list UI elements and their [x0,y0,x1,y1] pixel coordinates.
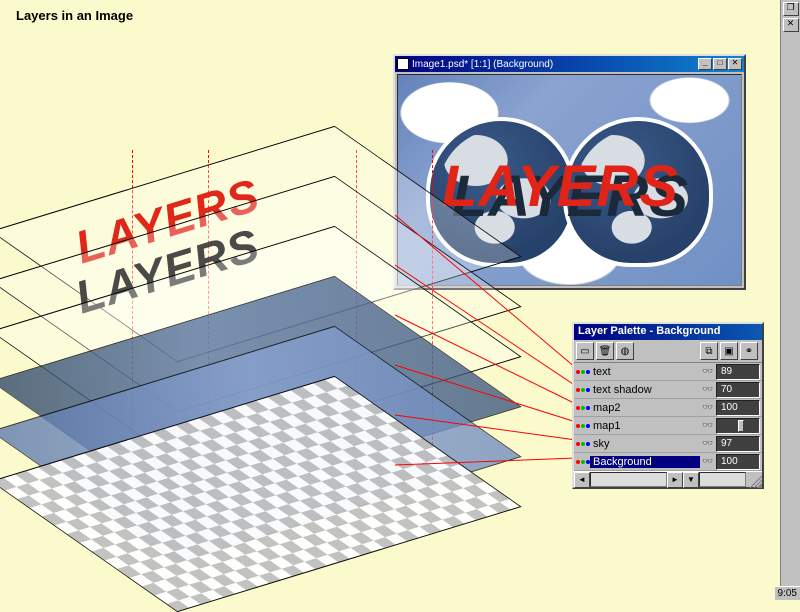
layer-row-map2[interactable]: map2👓100 [574,399,762,417]
page-title: Layers in an Image [16,8,133,23]
layer-name[interactable]: Background [590,456,700,468]
visibility-glasses-icon[interactable]: 👓 [700,384,716,395]
opacity-value[interactable]: 100 [716,400,760,416]
scroll-track[interactable] [699,472,746,487]
visibility-glasses-icon[interactable]: 👓 [700,456,716,467]
layer-name[interactable]: map1 [590,420,700,432]
mask-icon[interactable]: ◍ [616,342,634,360]
layer-name[interactable]: sky [590,438,700,450]
scroll-right-icon[interactable]: ► [667,472,683,488]
slider-knob[interactable] [738,420,744,432]
palette-titlebar[interactable]: Layer Palette - Background [574,324,762,340]
opacity-value[interactable]: 89 [716,364,760,380]
rgb-channels-icon [574,460,590,464]
text-layer: LAYERS [442,153,679,220]
layer-name[interactable]: text [590,366,700,378]
preview-title: Image1.psd* [1:1] (Background) [412,59,553,70]
visibility-glasses-icon[interactable]: 👓 [700,438,716,449]
rgb-channels-icon [574,424,590,428]
rgb-channels-icon [574,370,590,374]
visibility-glasses-icon[interactable]: 👓 [700,420,716,431]
rgb-channels-icon [574,406,590,410]
close-button[interactable]: ✕ [783,18,799,32]
palette-scrollbar: ◄ ► ▼ [574,471,762,487]
layer-palette: Layer Palette - Background ▭ 🗑 ◍ ⧉ ▣ ⚭ t… [572,322,764,489]
delete-layer-icon[interactable]: 🗑 [596,342,614,360]
visibility-glasses-icon[interactable]: 👓 [700,366,716,377]
layer-row-sky[interactable]: sky👓97 [574,435,762,453]
link-icon[interactable]: ⚭ [740,342,758,360]
layer-row-text-shadow[interactable]: text shadow👓70 [574,381,762,399]
opacity-value[interactable]: 70 [716,382,760,398]
rgb-channels-icon [574,442,590,446]
folder-icon[interactable]: ▣ [720,342,738,360]
document-icon [397,58,409,70]
preview-titlebar[interactable]: Image1.psd* [1:1] (Background) _ □ ✕ [395,56,744,72]
palette-toolbar: ▭ 🗑 ◍ ⧉ ▣ ⚭ [574,340,762,363]
layer-row-text[interactable]: text👓89 [574,363,762,381]
opacity-value[interactable]: 100 [716,454,760,470]
layer-name[interactable]: text shadow [590,384,700,396]
layer-list: text👓89text shadow👓70map2👓100map1👓sky👓97… [574,363,762,471]
layer-row-background[interactable]: Background👓100 [574,453,762,471]
resize-grip-icon[interactable] [746,472,762,488]
minimize-button[interactable]: _ [698,58,712,70]
opacity-slider[interactable] [716,418,760,434]
layer-row-map1[interactable]: map1👓 [574,417,762,435]
new-layer-icon[interactable]: ▭ [576,342,594,360]
opacity-value[interactable]: 97 [716,436,760,452]
maximize-button[interactable]: □ [713,58,727,70]
scroll-down-icon[interactable]: ▼ [683,472,699,488]
visibility-glasses-icon[interactable]: 👓 [700,402,716,413]
close-button[interactable]: ✕ [728,58,742,70]
layer-name[interactable]: map2 [590,402,700,414]
group-icon[interactable]: ⧉ [700,342,718,360]
window-edge: ❐ ✕ [780,0,800,600]
clock: 9:05 [775,586,800,600]
scroll-left-icon[interactable]: ◄ [574,472,590,488]
layer-stack-diagram: LAYERSLAYERS [36,150,456,570]
scroll-track[interactable] [590,472,667,487]
rgb-channels-icon [574,388,590,392]
restore-button[interactable]: ❐ [783,2,799,16]
